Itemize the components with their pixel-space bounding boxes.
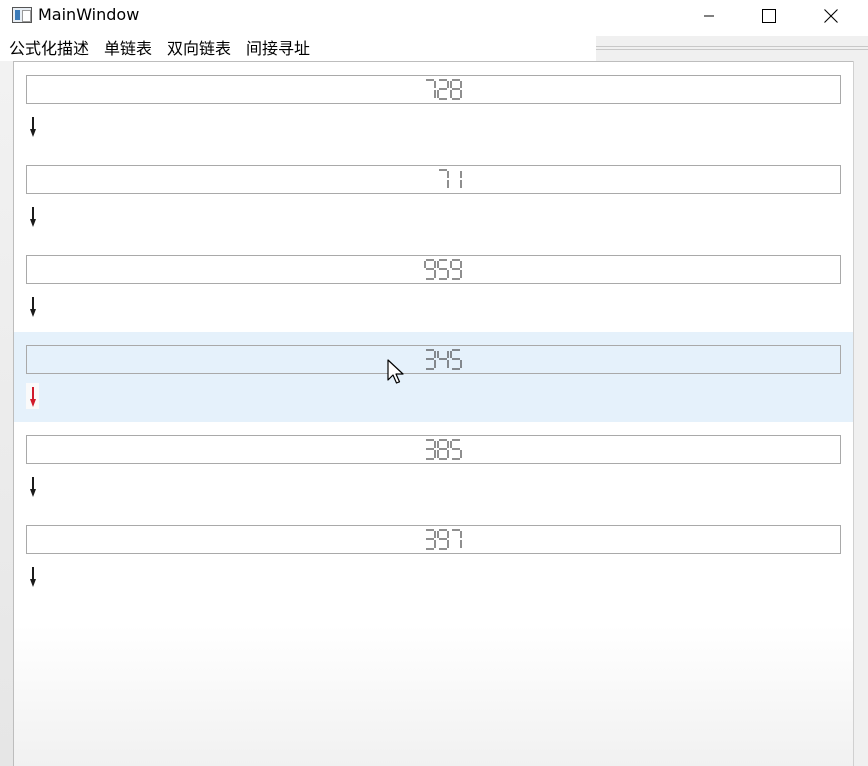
menu-item-singly-linked-list[interactable]: 单链表 (95, 36, 158, 61)
maximize-button[interactable] (746, 0, 792, 32)
down-arrow-icon (30, 567, 36, 587)
toolbar-area (596, 36, 868, 61)
right-frame (853, 61, 868, 766)
node-value-display (26, 525, 841, 554)
list-node[interactable] (14, 422, 853, 512)
menu-item-doubly-linked-list[interactable]: 双向链表 (158, 36, 237, 61)
lcd-digits (426, 78, 462, 100)
menu-item-indirect-addressing[interactable]: 间接寻址 (237, 36, 316, 61)
lcd-digits (426, 348, 462, 370)
linked-list-view[interactable] (13, 61, 853, 766)
list-node[interactable] (14, 242, 853, 332)
minimize-icon (704, 15, 714, 17)
list-node[interactable] (14, 152, 853, 242)
list-node[interactable] (14, 62, 853, 152)
list-node[interactable] (14, 512, 853, 602)
node-value-display (26, 255, 841, 284)
lcd-digits (424, 258, 462, 280)
down-arrow-icon (30, 207, 36, 227)
node-value-display (26, 75, 841, 104)
mouse-cursor-icon (387, 359, 404, 384)
lcd-digits (426, 438, 462, 460)
down-arrow-icon (30, 387, 36, 407)
title-bar: MainWindow (0, 0, 868, 32)
down-arrow-icon (30, 117, 36, 137)
close-icon (824, 9, 838, 23)
down-arrow-icon (30, 477, 36, 497)
node-value-display (26, 345, 841, 374)
node-value-display (26, 435, 841, 464)
lcd-digits (426, 528, 462, 550)
lcd-digits (439, 168, 462, 188)
list-node[interactable] (14, 332, 853, 422)
menu-item-formula-description[interactable]: 公式化描述 (0, 36, 95, 61)
maximize-icon (762, 9, 776, 23)
window-title: MainWindow (38, 5, 140, 24)
minimize-button[interactable] (686, 0, 732, 32)
close-button[interactable] (808, 0, 854, 32)
node-value-display (26, 165, 841, 194)
down-arrow-icon (30, 297, 36, 317)
left-frame (0, 61, 13, 766)
app-window-icon (12, 7, 32, 23)
menu-bar: 公式化描述 单链表 双向链表 间接寻址 (0, 36, 596, 61)
